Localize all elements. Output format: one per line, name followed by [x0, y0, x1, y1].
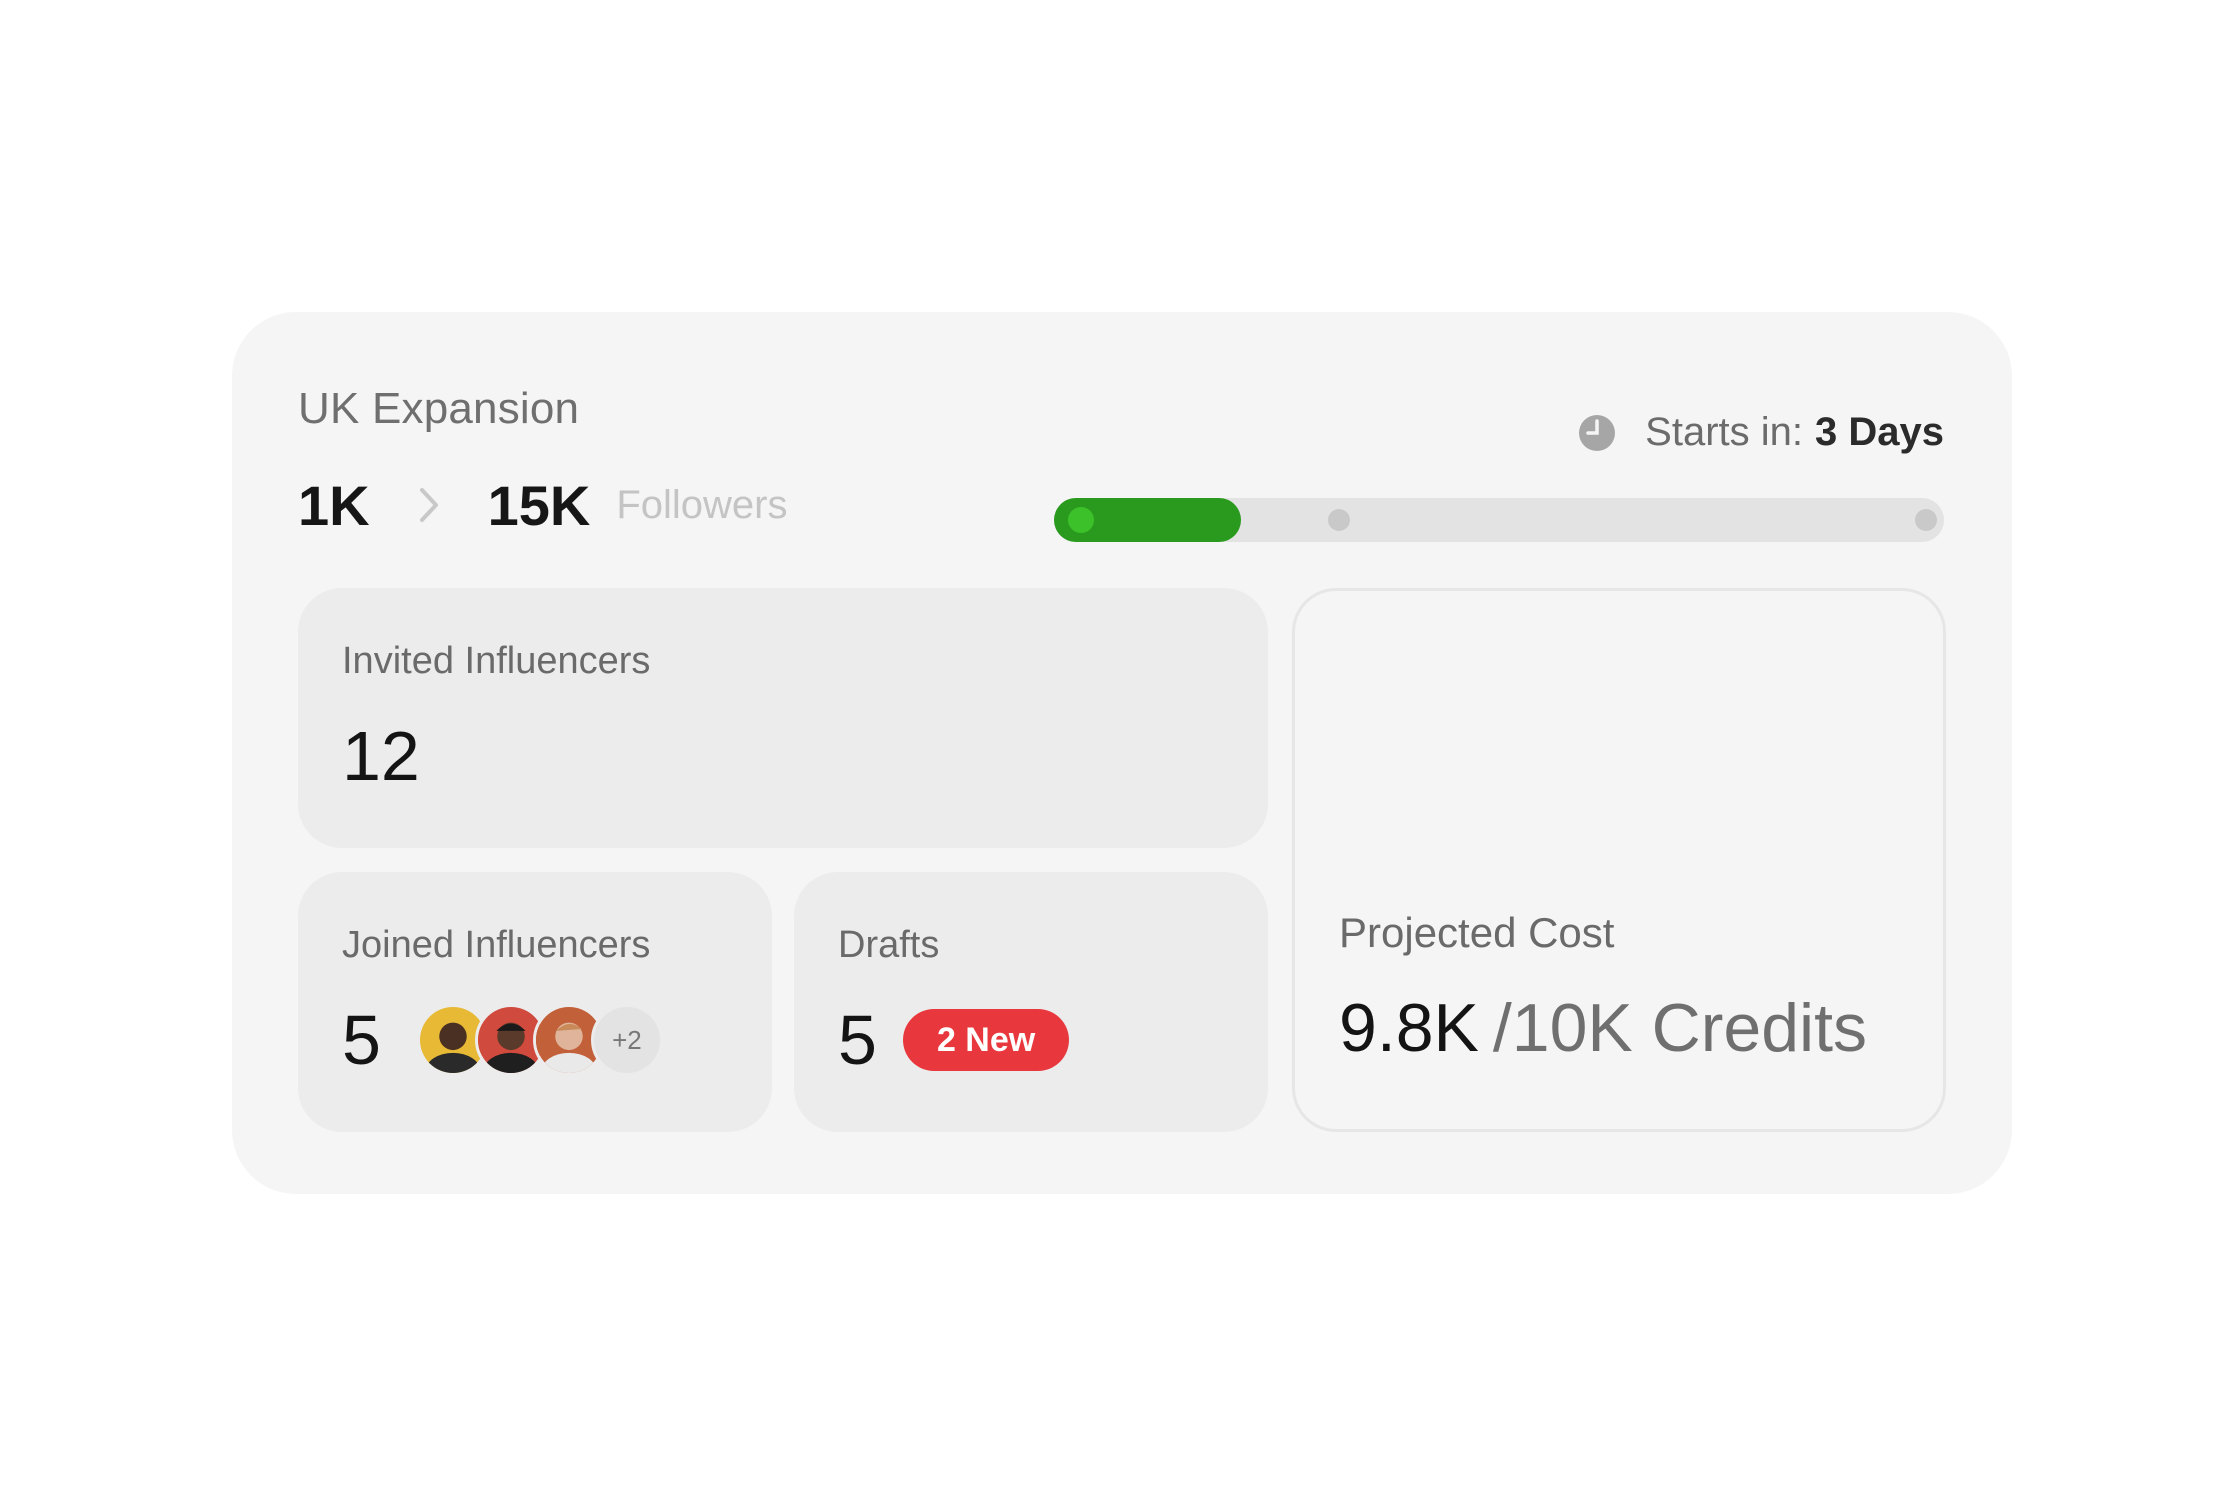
avatar-stack[interactable]: +2 — [416, 1004, 663, 1076]
progress-milestone-dot — [1328, 509, 1350, 531]
campaign-progress-bar — [1054, 498, 1944, 542]
progress-milestone-dot — [1915, 509, 1937, 531]
followers-to: 15K — [487, 473, 591, 537]
campaign-title: UK Expansion — [298, 384, 580, 433]
invited-count: 12 — [342, 717, 420, 795]
drafts-tile[interactable]: Drafts 5 2 New — [794, 872, 1268, 1132]
more-avatars-count[interactable]: +2 — [590, 1004, 663, 1076]
starts-label: Starts in: — [1645, 410, 1804, 454]
cost-label: Projected Cost — [1339, 909, 1615, 956]
progress-current-dot — [1068, 507, 1094, 533]
starts-value: 3 Days — [1815, 410, 1944, 454]
followers-goal: 1K 15K Followers — [298, 470, 787, 540]
joined-count: 5 — [342, 1001, 381, 1079]
joined-influencers-tile[interactable]: Joined Influencers 5 +2 — [298, 872, 772, 1132]
clock-icon — [1579, 414, 1616, 451]
projected-cost-tile[interactable]: Projected Cost 9.8K/10K Credits — [1292, 588, 1946, 1132]
drafts-label: Drafts — [838, 924, 940, 966]
followers-from: 1K — [298, 473, 370, 537]
new-drafts-badge[interactable]: 2 New — [902, 1009, 1070, 1071]
cost-total: /10K Credits — [1492, 990, 1868, 1066]
invited-label: Invited Influencers — [342, 640, 651, 682]
drafts-count: 5 — [838, 1001, 877, 1079]
chevron-right-icon — [419, 488, 438, 522]
followers-label: Followers — [616, 482, 788, 527]
invited-influencers-tile[interactable]: Invited Influencers 12 — [298, 588, 1268, 848]
starts-in: Starts in: 3 Days — [1577, 410, 1944, 455]
campaign-card[interactable]: UK Expansion 1K 15K Followers Starts in:… — [232, 312, 2012, 1194]
cost-value: 9.8K — [1339, 990, 1479, 1066]
joined-label: Joined Influencers — [342, 924, 651, 966]
